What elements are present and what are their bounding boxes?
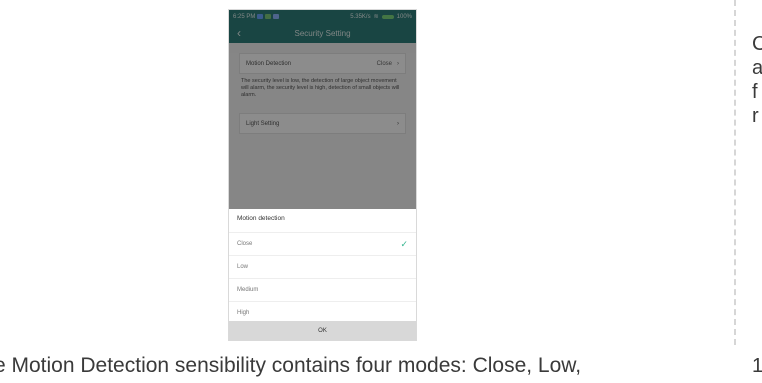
motion-detection-sheet: Motion detection Close ✓ Low Medium High… — [229, 209, 416, 340]
right-column-text: C a f r — [752, 32, 762, 128]
option-label: Medium — [237, 287, 259, 293]
option-label: Close — [237, 241, 253, 247]
check-icon: ✓ — [400, 238, 408, 249]
ok-button[interactable]: OK — [229, 321, 416, 340]
column-divider — [734, 0, 736, 345]
dim-overlay[interactable] — [229, 10, 416, 209]
option-low[interactable]: Low — [229, 255, 416, 278]
caption-text: e Motion Detection sensibility contains … — [0, 354, 582, 377]
right-col-line: C — [752, 33, 762, 55]
phone-screenshot: 6:25 PM 5.35K/s ≋ 100% ‹ Security Settin… — [229, 10, 416, 340]
option-label: High — [237, 310, 250, 316]
sheet-title: Motion detection — [237, 215, 285, 222]
right-col-line: f — [752, 81, 758, 103]
option-label: Low — [237, 264, 249, 270]
right-col-line: a — [752, 57, 762, 79]
option-close[interactable]: Close ✓ — [229, 232, 416, 255]
option-medium[interactable]: Medium — [229, 278, 416, 301]
right-col-line: r — [752, 105, 759, 127]
right-column-number: 1 — [752, 355, 762, 377]
